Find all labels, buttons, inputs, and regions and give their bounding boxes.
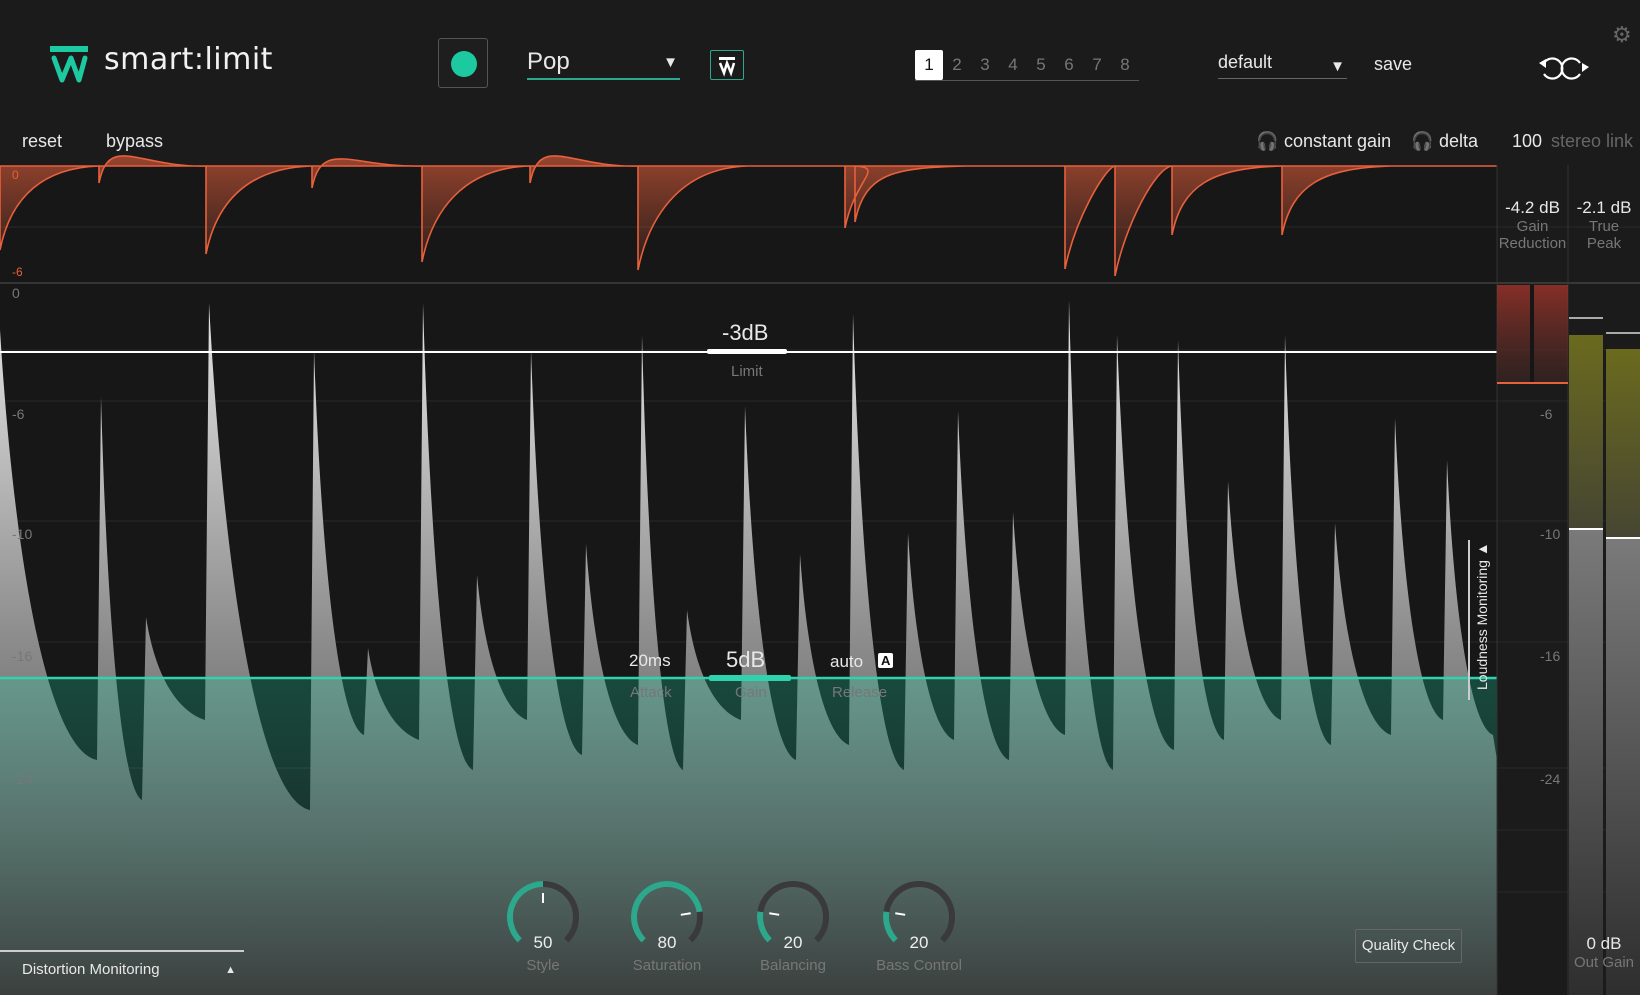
undo-icon[interactable] — [1539, 57, 1564, 80]
snapshot-tab-1[interactable]: 1 — [915, 50, 943, 80]
gr-scale-bottom: -6 — [12, 265, 23, 279]
auto-release-badge[interactable]: A — [878, 653, 894, 668]
power-indicator-icon — [451, 51, 477, 77]
loudness-monitoring-toggle[interactable]: Loudness Monitoring ▲ — [1468, 540, 1494, 700]
true-peak-label: True — [1588, 218, 1620, 235]
true-peak-label: Peak — [1586, 235, 1622, 252]
attack-label: Attack — [630, 684, 672, 701]
limit-value[interactable]: -3dB — [722, 320, 768, 346]
knob-style[interactable]: 50 Style — [498, 933, 588, 974]
knob-saturation[interactable]: 80 Saturation — [622, 933, 712, 974]
knob-label: Style — [526, 957, 560, 974]
gain-label: Gain — [735, 684, 767, 701]
db-scale-label: -6 — [12, 406, 25, 422]
limit-handle — [707, 349, 787, 354]
db-scale-label: -16 — [12, 648, 33, 664]
logo-icon — [50, 46, 88, 83]
reset-button[interactable]: reset — [22, 131, 62, 152]
save-button[interactable]: save — [1374, 54, 1412, 75]
db-scale-label: -10 — [1540, 526, 1561, 542]
db-scale-label: 0 — [12, 285, 20, 301]
limit-label: Limit — [731, 363, 763, 380]
gain-reduction-readout: -4.2 dB Gain Reduction — [1497, 198, 1568, 252]
out-gain-readout[interactable]: 0 dB Out Gain — [1568, 934, 1640, 971]
snapshot-tab-6[interactable]: 6 — [1055, 50, 1083, 80]
loudness-monitoring-label: Loudness Monitoring ▲ — [1474, 542, 1490, 690]
quality-check-button[interactable]: Quality Check — [1355, 929, 1462, 963]
snapshot-tab-5[interactable]: 5 — [1027, 50, 1055, 80]
attack-value[interactable]: 20ms — [629, 651, 671, 671]
snapshot-tab-8[interactable]: 8 — [1111, 50, 1139, 80]
knob-balancing[interactable]: 20 Balancing — [748, 933, 838, 974]
headphones-icon: 🎧 — [1256, 131, 1279, 151]
power-button[interactable] — [438, 38, 488, 88]
gain-reduction-label: Gain — [1516, 218, 1549, 235]
knob-label: Bass Control — [876, 957, 962, 974]
gain-handle — [709, 675, 791, 681]
knob-value: 20 — [909, 933, 929, 952]
knob-value: 80 — [657, 933, 677, 952]
db-scale-label: -16 — [1540, 648, 1561, 664]
smart-button[interactable] — [710, 50, 744, 80]
knob-value: 50 — [533, 933, 553, 952]
gain-value[interactable]: 5dB — [726, 647, 765, 673]
stereo-link-label: stereo link — [1551, 131, 1634, 151]
db-scale-label: -10 — [12, 526, 33, 542]
db-scale-label: -24 — [12, 771, 33, 787]
gain-reduction-label: Reduction — [1498, 235, 1567, 252]
chevron-down-icon: ▼ — [1330, 58, 1345, 75]
preset-value: Pop — [527, 48, 570, 75]
redo-icon[interactable] — [1560, 57, 1589, 80]
gain-reduction-value: -4.2 dB — [1505, 198, 1560, 217]
undo-redo — [1539, 57, 1589, 80]
out-gain-label: Out Gain — [1573, 954, 1635, 971]
headphones-icon: 🎧 — [1411, 131, 1434, 151]
distortion-monitoring-label: Distortion Monitoring — [22, 961, 160, 978]
stereo-link-value[interactable]: 100 — [1512, 131, 1542, 152]
chevron-up-icon: ▲ — [225, 964, 236, 976]
out-gain-value: 0 dB — [1586, 934, 1622, 953]
delta-toggle[interactable]: delta — [1439, 131, 1478, 152]
knob-label: Saturation — [632, 957, 702, 974]
app-title: smart:limit — [104, 42, 273, 77]
release-label: Release — [832, 684, 888, 701]
snapshot-tab-3[interactable]: 3 — [971, 50, 999, 80]
smart-logo-icon — [718, 57, 736, 77]
db-scale-label: -24 — [1540, 771, 1561, 787]
knob-label: Balancing — [760, 957, 826, 974]
knob-bass-control[interactable]: 20 Bass Control — [874, 933, 964, 974]
snapshot-tabs: 12345678 — [915, 50, 1139, 81]
true-peak-readout: -2.1 dB True Peak — [1568, 198, 1640, 252]
display-graphics — [0, 46, 1640, 995]
db-scale-label: -6 — [1540, 406, 1553, 422]
snapshot-tab-7[interactable]: 7 — [1083, 50, 1111, 80]
bypass-button[interactable]: bypass — [106, 131, 163, 152]
true-peak-value: -2.1 dB — [1576, 198, 1632, 217]
gr-scale-top: 0 — [12, 168, 19, 182]
snapshot-tab-2[interactable]: 2 — [943, 50, 971, 80]
profile-value: default — [1218, 52, 1273, 72]
constant-gain-toggle[interactable]: constant gain — [1284, 131, 1391, 152]
profile-dropdown[interactable]: default ▼ — [1218, 52, 1347, 79]
preset-dropdown[interactable]: Pop ▼ — [527, 48, 680, 80]
distortion-monitoring-toggle[interactable]: Distortion Monitoring ▲ — [0, 950, 244, 990]
chevron-down-icon: ▼ — [663, 54, 678, 71]
knob-value: 20 — [783, 933, 803, 952]
gear-icon[interactable]: ⚙ — [1612, 22, 1632, 48]
snapshot-tab-4[interactable]: 4 — [999, 50, 1027, 80]
release-value[interactable]: auto — [830, 652, 863, 672]
